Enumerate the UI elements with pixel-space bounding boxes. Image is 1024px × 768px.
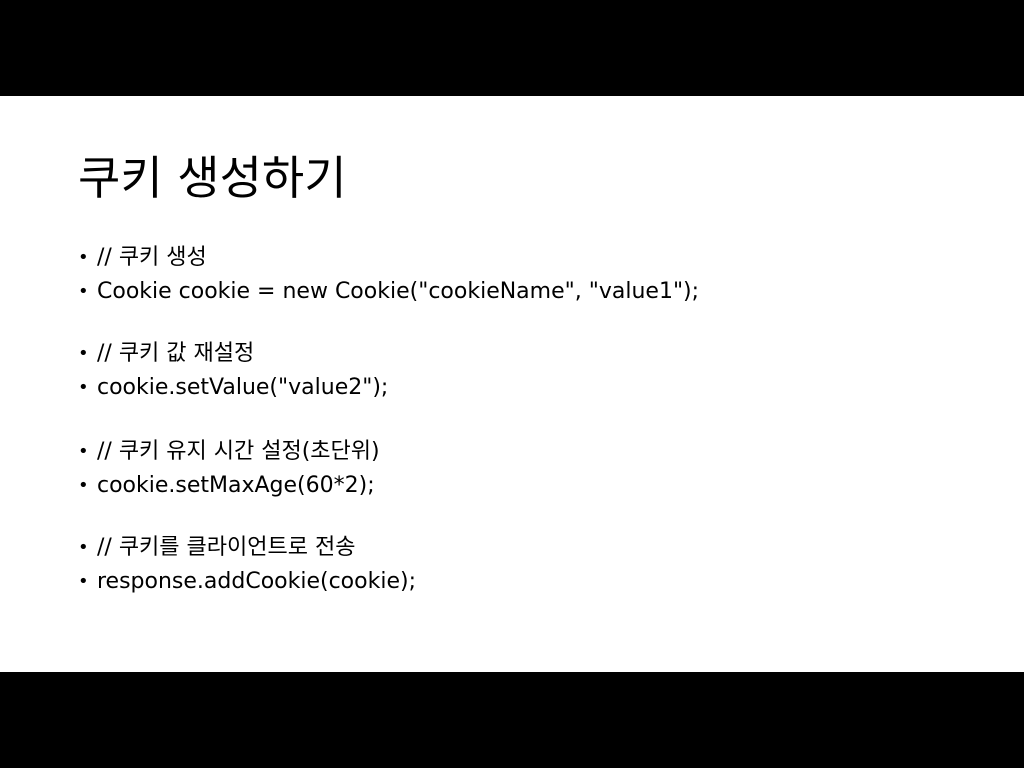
bullet-code-reset: • cookie.setValue("value2"); [78,373,388,403]
slide-title: 쿠키 생성하기 [78,151,347,205]
bullet-text: // 쿠키를 클라이언트로 전송 [97,535,356,560]
bullet-text: cookie.setValue("value2"); [97,375,389,400]
bullet-dot-icon: • [78,343,89,364]
bullet-comment-reset: • // 쿠키 값 재설정 [78,339,254,369]
bullet-text: response.addCookie(cookie); [97,569,416,594]
bullet-dot-icon: • [78,571,89,592]
letterbox-top [0,0,1024,96]
bullet-comment-send: • // 쿠키를 클라이언트로 전송 [78,533,355,563]
bullet-text: // 쿠키 유지 시간 설정(초단위) [97,439,380,464]
letterbox-bottom [0,672,1024,768]
bullet-dot-icon: • [78,441,89,462]
bullet-text: // 쿠키 값 재설정 [97,341,255,366]
bullet-text: Cookie cookie = new Cookie("cookieName",… [97,279,700,304]
bullet-dot-icon: • [78,247,89,268]
bullet-code-maxage: • cookie.setMaxAge(60*2); [78,471,375,501]
bullet-dot-icon: • [78,281,89,302]
bullet-code-create: • Cookie cookie = new Cookie("cookieName"… [78,277,699,307]
slide: 쿠키 생성하기 • // 쿠키 생성 • Cookie cookie = new C… [0,96,1024,672]
bullet-text: // 쿠키 생성 [97,245,207,270]
bullet-dot-icon: • [78,537,89,558]
bullet-comment-create: • // 쿠키 생성 [78,243,207,273]
bullet-text: cookie.setMaxAge(60*2); [97,473,375,498]
bullet-dot-icon: • [78,475,89,496]
bullet-code-send: • response.addCookie(cookie); [78,567,416,597]
bullet-comment-maxage: • // 쿠키 유지 시간 설정(초단위) [78,437,380,467]
bullet-dot-icon: • [78,377,89,398]
